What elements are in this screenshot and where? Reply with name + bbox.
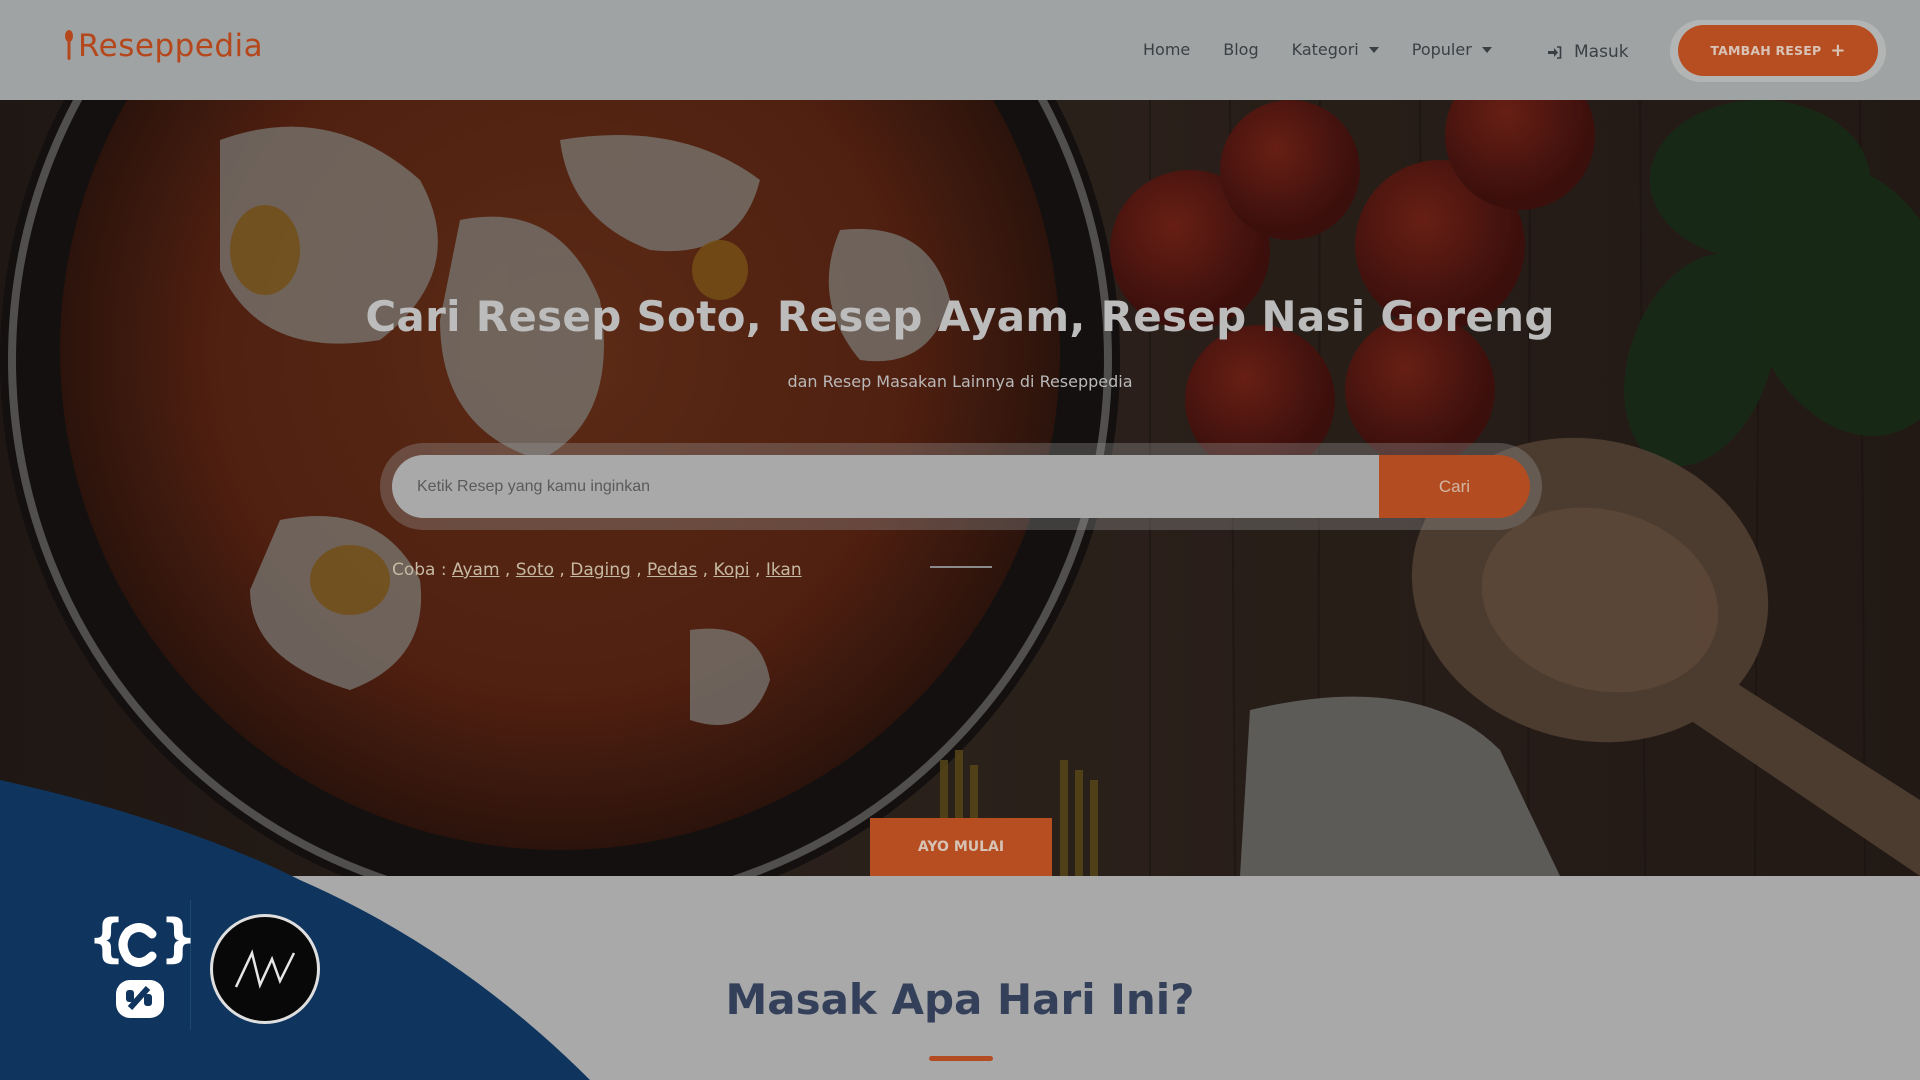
suggestion-link[interactable]: Pedas bbox=[647, 560, 697, 580]
aw-monogram-icon bbox=[234, 949, 296, 989]
login-link[interactable]: Masuk bbox=[1548, 42, 1629, 62]
nav-populer[interactable]: Populer bbox=[1412, 40, 1492, 59]
nav-blog-label: Blog bbox=[1223, 40, 1259, 59]
suggestion-link[interactable]: Daging bbox=[570, 560, 631, 580]
nav-blog[interactable]: Blog bbox=[1223, 40, 1258, 59]
suggestion-link[interactable]: Ayam bbox=[452, 560, 500, 580]
caret-down-icon bbox=[1481, 46, 1492, 53]
caret-down-icon bbox=[1368, 46, 1379, 53]
sign-in-icon bbox=[1548, 45, 1562, 59]
suggestion-link[interactable]: Ikan bbox=[766, 560, 802, 580]
suggestion-separator: , bbox=[697, 560, 714, 580]
start-button[interactable]: AYO MULAI bbox=[870, 818, 1052, 876]
suggestion-list: Coba : Ayam , Soto , Daging , Pedas , Ko… bbox=[392, 560, 802, 580]
brand-name: Reseppedia bbox=[78, 28, 264, 64]
search-button[interactable]: Cari bbox=[1379, 455, 1530, 518]
section-title-underline bbox=[929, 1056, 993, 1061]
suggestion-separator: , bbox=[499, 560, 516, 580]
hero-title: Cari Resep Soto, Resep Ayam, Resep Nasi … bbox=[365, 292, 1555, 341]
brand-logo[interactable]: Reseppedia bbox=[64, 28, 263, 64]
spoon-icon bbox=[65, 30, 73, 60]
svg-text:}: } bbox=[160, 912, 192, 969]
nav-home-label: Home bbox=[1143, 40, 1191, 59]
nav-kategori-label: Kategori bbox=[1291, 40, 1359, 59]
aw-logo bbox=[210, 914, 320, 1024]
recipe-search-input[interactable] bbox=[392, 455, 1379, 518]
plus-icon: + bbox=[1830, 40, 1846, 61]
suggestion-separator: , bbox=[554, 560, 571, 580]
hero-section: Cari Resep Soto, Resep Ayam, Resep Nasi … bbox=[0, 100, 1920, 876]
nav-populer-label: Populer bbox=[1411, 40, 1472, 59]
nav-kategori[interactable]: Kategori bbox=[1292, 40, 1379, 59]
suggestion-separator: , bbox=[630, 560, 648, 580]
login-label: Masuk bbox=[1574, 42, 1629, 62]
start-button-label: AYO MULAI bbox=[917, 839, 1005, 855]
suggestion-link[interactable]: Soto bbox=[516, 560, 554, 580]
decorative-divider bbox=[930, 566, 992, 568]
suggestion-separator: , bbox=[749, 560, 766, 580]
hero-subtitle: dan Resep Masakan Lainnya di Reseppedia bbox=[787, 372, 1133, 391]
code-braces-logo: { } bbox=[88, 912, 192, 1018]
nav-home[interactable]: Home bbox=[1143, 40, 1190, 59]
add-recipe-label: TAMBAH RESEP bbox=[1710, 43, 1822, 58]
site-header: Reseppedia Home Blog Kategori Populer Ma… bbox=[0, 0, 1920, 100]
main-nav: Home Blog Kategori Populer bbox=[1143, 40, 1525, 59]
suggestion-prefix: Coba : bbox=[392, 560, 453, 580]
suggestion-link[interactable]: Kopi bbox=[713, 560, 749, 580]
search-button-label: Cari bbox=[1438, 476, 1471, 496]
add-recipe-button[interactable]: TAMBAH RESEP + bbox=[1678, 25, 1878, 76]
